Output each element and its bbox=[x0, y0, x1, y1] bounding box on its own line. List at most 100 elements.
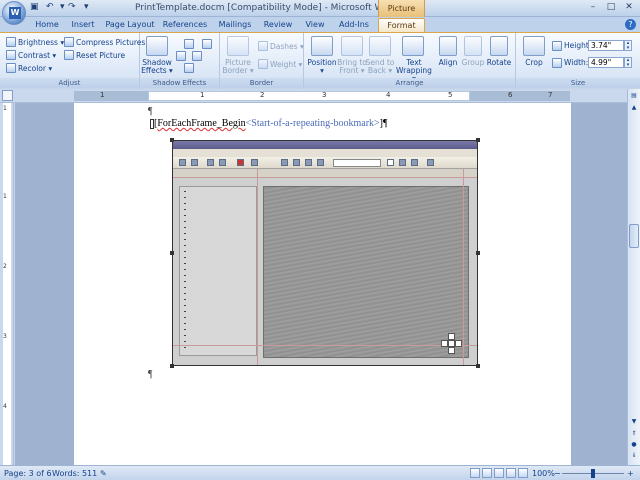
zoom-slider-thumb[interactable] bbox=[591, 469, 595, 478]
shadow-effects-group-label: Shadow Effects bbox=[140, 78, 219, 88]
ruler-number: 4 bbox=[386, 91, 391, 99]
crop-button[interactable]: Crop bbox=[518, 59, 550, 67]
zoom-in-button[interactable]: + bbox=[627, 469, 634, 478]
height-icon bbox=[552, 41, 562, 51]
adjust-group-label: Adjust bbox=[0, 78, 139, 88]
zoom-level[interactable]: 100% bbox=[532, 469, 555, 478]
previous-page-icon[interactable]: ⇑ bbox=[629, 429, 639, 439]
outline-view-icon[interactable] bbox=[506, 468, 516, 478]
weight-button[interactable]: Weight ▾ bbox=[258, 59, 302, 69]
nudge-shadow-up-icon[interactable] bbox=[184, 39, 194, 49]
text-wrapping-icon bbox=[402, 36, 424, 56]
window-title: PrintTemplate.docm [Compatibility Mode] … bbox=[135, 3, 398, 13]
tab-home[interactable]: Home bbox=[30, 18, 64, 32]
undo-dropdown-icon[interactable]: ▾ bbox=[60, 2, 65, 14]
tab-page-layout[interactable]: Page Layout bbox=[104, 18, 156, 32]
office-button[interactable]: W bbox=[2, 1, 26, 25]
contrast-icon bbox=[6, 50, 16, 60]
page-count[interactable]: Page: 3 of 6 bbox=[4, 469, 52, 478]
adjust-group: Brightness ▾ Contrast ▾ Recolor ▾ Compre… bbox=[0, 33, 145, 89]
save-icon[interactable]: ▣ bbox=[30, 2, 39, 14]
scroll-up-icon[interactable]: ▲ bbox=[629, 103, 639, 113]
width-input[interactable]: 4.99" bbox=[588, 57, 624, 68]
tab-review[interactable]: Review bbox=[260, 18, 296, 32]
paragraph-mark: ¶ bbox=[148, 369, 153, 380]
minimize-button[interactable]: – bbox=[584, 1, 602, 14]
ribbon-tabs: Home Insert Page Layout References Maili… bbox=[0, 17, 640, 32]
tab-format[interactable]: Format bbox=[378, 18, 425, 32]
rotate-button[interactable]: Rotate bbox=[484, 59, 514, 67]
selected-picture[interactable] bbox=[170, 138, 480, 368]
nudge-shadow-right-icon[interactable] bbox=[202, 39, 212, 49]
group-icon bbox=[464, 36, 482, 56]
resize-handle[interactable] bbox=[476, 138, 480, 142]
tab-mailings[interactable]: Mailings bbox=[214, 18, 256, 32]
send-to-back-button[interactable]: Send to Back ▾ bbox=[364, 59, 396, 75]
tab-selector-icon[interactable] bbox=[2, 90, 13, 101]
scroll-thumb[interactable] bbox=[629, 224, 639, 248]
brightness-icon bbox=[6, 37, 16, 47]
web-layout-view-icon[interactable] bbox=[494, 468, 504, 478]
redo-icon[interactable]: ↷ bbox=[68, 2, 76, 14]
tab-view[interactable]: View bbox=[300, 18, 330, 32]
vertical-ruler[interactable]: 1 1 2 3 4 bbox=[0, 103, 14, 465]
vertical-scrollbar[interactable]: ▤ ▲ ▼ ⇑ ● ⇓ bbox=[627, 89, 640, 465]
reset-picture-button[interactable]: Reset Picture bbox=[64, 50, 125, 60]
ruler-number: 1 bbox=[100, 91, 105, 99]
resize-handle[interactable] bbox=[476, 364, 480, 368]
dashes-button[interactable]: Dashes ▾ bbox=[258, 41, 304, 51]
draft-view-icon[interactable] bbox=[518, 468, 528, 478]
full-screen-reading-view-icon[interactable] bbox=[482, 468, 492, 478]
resize-handle[interactable] bbox=[170, 251, 174, 255]
print-layout-view-icon[interactable] bbox=[470, 468, 480, 478]
position-button[interactable]: Position ▾ bbox=[304, 59, 340, 75]
field-hint: <Start-of-a-repeating-bookmark> bbox=[245, 118, 380, 129]
width-spinner[interactable]: ▴ ▾ bbox=[624, 57, 632, 68]
ruler-number: 4 bbox=[3, 403, 7, 410]
weight-icon bbox=[258, 59, 268, 69]
tab-references[interactable]: References bbox=[160, 18, 210, 32]
document-page[interactable]: ¶ [ForEachFrame_Begin<Start-of-a-repeati… bbox=[74, 103, 571, 465]
zoom-out-button[interactable]: − bbox=[554, 469, 561, 478]
shadow-toggle-icon[interactable] bbox=[192, 51, 202, 61]
maximize-button[interactable]: □ bbox=[602, 1, 620, 14]
picture-border-button[interactable]: Picture Border ▾ bbox=[220, 59, 256, 75]
height-input[interactable]: 3.74" bbox=[588, 40, 624, 51]
tab-add-ins[interactable]: Add-Ins bbox=[334, 18, 374, 32]
brightness-button[interactable]: Brightness ▾ bbox=[6, 37, 64, 47]
compress-pictures-button[interactable]: Compress Pictures bbox=[64, 37, 145, 47]
horizontal-ruler[interactable]: 1 1 2 3 4 5 6 7 bbox=[0, 89, 640, 103]
close-button[interactable]: ✕ bbox=[620, 1, 638, 14]
customize-quick-access-icon[interactable]: ▾ bbox=[84, 2, 89, 14]
ruler-number: 1 bbox=[3, 193, 7, 200]
ruler-number: 2 bbox=[260, 91, 265, 99]
compress-icon bbox=[64, 37, 74, 47]
height-spinner[interactable]: ▴ ▾ bbox=[624, 40, 632, 51]
nudge-shadow-down-icon[interactable] bbox=[184, 63, 194, 73]
shadow-effects-button[interactable]: Shadow Effects ▾ bbox=[140, 59, 174, 75]
recolor-button[interactable]: Recolor ▾ bbox=[6, 63, 52, 73]
resize-handle[interactable] bbox=[476, 251, 480, 255]
recolor-icon bbox=[6, 63, 16, 73]
size-group-label: Size bbox=[516, 78, 640, 88]
scroll-down-icon[interactable]: ▼ bbox=[629, 417, 639, 427]
nudge-shadow-left-icon[interactable] bbox=[176, 51, 186, 61]
word-logo-icon: W bbox=[9, 7, 21, 19]
contrast-button[interactable]: Contrast ▾ bbox=[6, 50, 56, 60]
ruler-toggle-icon[interactable]: ▤ bbox=[629, 91, 639, 101]
undo-icon[interactable]: ↶ bbox=[46, 2, 54, 14]
ruler-number: 7 bbox=[548, 91, 553, 99]
proofing-icon[interactable]: ✎ bbox=[100, 469, 107, 478]
ruler-number: 1 bbox=[200, 91, 205, 99]
next-page-icon[interactable]: ⇓ bbox=[629, 451, 639, 461]
picture-border-icon bbox=[227, 36, 249, 56]
select-browse-object-icon[interactable]: ● bbox=[629, 440, 639, 450]
word-count[interactable]: Words: 511 bbox=[52, 469, 97, 478]
help-icon[interactable]: ? bbox=[625, 19, 636, 30]
tab-insert[interactable]: Insert bbox=[66, 18, 100, 32]
field-line[interactable]: [ForEachFrame_Begin<Start-of-a-repeating… bbox=[150, 118, 388, 129]
resize-handle[interactable] bbox=[170, 364, 174, 368]
move-handle-icon[interactable] bbox=[441, 333, 463, 355]
arrange-group: Position ▾ Bring to Front ▾ Send to Back ▾ … bbox=[304, 33, 516, 89]
resize-handle[interactable] bbox=[170, 138, 174, 142]
